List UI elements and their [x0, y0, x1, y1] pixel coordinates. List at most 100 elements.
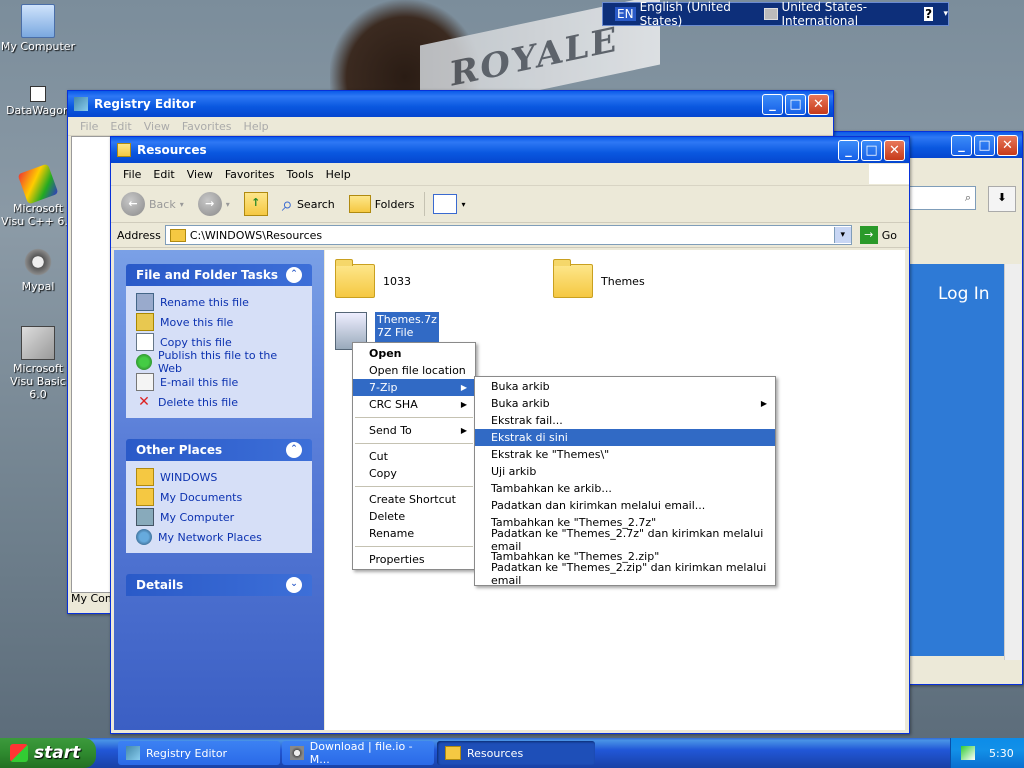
menu-favorites[interactable]: Favorites: [176, 118, 238, 135]
minimize-button[interactable]: _: [838, 139, 859, 161]
desktop-icon-my-computer[interactable]: My Computer: [0, 4, 76, 53]
menu-view[interactable]: View: [181, 166, 219, 183]
collapse-icon[interactable]: ⌃: [286, 267, 302, 283]
expand-icon[interactable]: ⌄: [286, 577, 302, 593]
place-network[interactable]: My Network Places: [136, 527, 302, 547]
place-my-computer[interactable]: My Computer: [136, 507, 302, 527]
address-input[interactable]: C:\WINDOWS\Resources ▾: [164, 225, 852, 245]
copy-icon: [136, 333, 154, 351]
menu-item-copy[interactable]: Copy: [353, 465, 475, 482]
menu-item-7zip[interactable]: 7-Zip ▶: [353, 379, 475, 396]
search-button[interactable]: ⌕ Search: [278, 190, 339, 218]
forward-arrow-icon: →: [197, 192, 222, 216]
visual-cpp-icon: [17, 163, 59, 205]
zip-item-extract-to-folder[interactable]: Ekstrak ke "Themes\": [475, 446, 775, 463]
forward-button[interactable]: → ▾: [194, 190, 234, 218]
langbar-options-icon[interactable]: ▾: [943, 9, 948, 19]
menu-edit[interactable]: Edit: [104, 118, 137, 135]
zip-item-compress-email[interactable]: Padatkan dan kirimkan melalui email...: [475, 497, 775, 514]
menu-file[interactable]: File: [117, 166, 147, 183]
language-code[interactable]: EN: [615, 7, 636, 21]
folder-icon: [136, 468, 154, 486]
task-publish[interactable]: Publish this file to the Web: [136, 349, 302, 375]
minimize-button[interactable]: _: [762, 93, 783, 115]
menu-help[interactable]: Help: [320, 166, 357, 183]
close-button[interactable]: ✕: [884, 139, 905, 161]
address-dropdown-icon[interactable]: ▾: [833, 227, 851, 243]
task-email[interactable]: E-mail this file: [136, 372, 302, 392]
maximize-button[interactable]: □: [974, 134, 995, 156]
maximize-button[interactable]: □: [785, 93, 806, 115]
file-item-themes[interactable]: Themes: [553, 259, 645, 298]
go-button[interactable]: → Go: [856, 224, 901, 246]
menu-file[interactable]: File: [74, 118, 104, 135]
menu-separator: [355, 417, 473, 418]
collapse-icon[interactable]: ⌃: [286, 442, 302, 458]
menu-item-open-file-location[interactable]: Open file location: [353, 362, 475, 379]
task-rename[interactable]: Rename this file: [136, 292, 302, 312]
maximize-button[interactable]: □: [861, 139, 882, 161]
desktop-icon-visual-basic[interactable]: Microsoft Visu Basic 6.0: [0, 326, 76, 401]
taskbar-item-registry-editor[interactable]: Registry Editor: [118, 741, 280, 765]
menu-item-open[interactable]: Open: [353, 345, 475, 362]
desktop-icon-mypal[interactable]: Mypal: [0, 246, 76, 293]
close-button[interactable]: ✕: [997, 134, 1018, 156]
zip-item-extract-here[interactable]: Ekstrak di sini: [475, 429, 775, 446]
details-header[interactable]: Details ⌄: [126, 574, 312, 596]
registry-menubar: File Edit View Favorites Help: [68, 117, 833, 136]
menu-item-properties[interactable]: Properties: [353, 551, 475, 568]
menu-item-cut[interactable]: Cut: [353, 448, 475, 465]
file-folder-tasks-header[interactable]: File and Folder Tasks ⌃: [126, 264, 312, 286]
other-places-header[interactable]: Other Places ⌃: [126, 439, 312, 461]
place-my-documents[interactable]: My Documents: [136, 487, 302, 507]
registry-titlebar[interactable]: Registry Editor _ □ ✕: [68, 91, 833, 117]
zip-item-test-archive[interactable]: Uji arkib: [475, 463, 775, 480]
zip-item-add-to-archive[interactable]: Tambahkan ke arkib...: [475, 480, 775, 497]
zip-item-compress-7z-email[interactable]: Padatkan ke "Themes_2.7z" dan kirimkan m…: [475, 527, 775, 553]
minimize-button[interactable]: _: [951, 134, 972, 156]
zip-item-open-archive[interactable]: Buka arkib: [475, 378, 775, 395]
place-windows[interactable]: WINDOWS: [136, 467, 302, 487]
close-button[interactable]: ✕: [808, 93, 829, 115]
keyboard-layout[interactable]: United States-International: [782, 0, 912, 28]
zip-item-open-archive-sub[interactable]: Buka arkib ▶: [475, 395, 775, 412]
back-button[interactable]: ← Back ▾: [117, 190, 188, 218]
menu-item-rename[interactable]: Rename: [353, 525, 475, 542]
desktop-icon-datawagon[interactable]: DataWagon: [0, 86, 76, 117]
menu-edit[interactable]: Edit: [147, 166, 180, 183]
zip-item-compress-zip-email[interactable]: Padatkan ke "Themes_2.zip" dan kirimkan …: [475, 561, 775, 587]
computer-icon: [21, 4, 55, 38]
language-bar[interactable]: EN English (United States) United States…: [602, 0, 949, 28]
menu-item-crc-sha[interactable]: CRC SHA ▶: [353, 396, 475, 413]
zip-item-extract-files[interactable]: Ekstrak fail...: [475, 412, 775, 429]
menu-favorites[interactable]: Favorites: [219, 166, 281, 183]
address-bar: Address C:\WINDOWS\Resources ▾ → Go: [111, 223, 909, 248]
file-folder-tasks-panel: File and Folder Tasks ⌃ Rename this file…: [126, 264, 312, 418]
up-button[interactable]: ↑: [240, 190, 272, 218]
folders-button[interactable]: Folders: [345, 193, 419, 215]
browser-scrollbar[interactable]: [1004, 264, 1021, 660]
task-move[interactable]: Move this file: [136, 312, 302, 332]
magnifier-icon[interactable]: ⌕: [965, 191, 971, 205]
task-delete[interactable]: ✕ Delete this file: [136, 392, 302, 412]
login-link[interactable]: Log In: [908, 264, 1004, 304]
language-name[interactable]: English (United States): [640, 0, 751, 28]
menu-help[interactable]: Help: [238, 118, 275, 135]
desktop-icon-visual-cpp[interactable]: Microsoft Visu C++ 6.0: [0, 163, 76, 228]
taskbar-item-browser[interactable]: Download | file.io - M...: [282, 740, 434, 766]
taskbar-item-resources[interactable]: Resources: [437, 741, 595, 765]
start-button[interactable]: start: [0, 738, 96, 768]
clock[interactable]: 5:30: [989, 747, 1014, 760]
views-button[interactable]: ▾: [424, 192, 469, 216]
menu-item-send-to[interactable]: Send To ▶: [353, 422, 475, 439]
menu-item-create-shortcut[interactable]: Create Shortcut: [353, 491, 475, 508]
file-item-1033[interactable]: 1033: [335, 259, 411, 298]
menu-view[interactable]: View: [138, 118, 176, 135]
help-icon[interactable]: ?: [923, 7, 934, 21]
explorer-titlebar[interactable]: Resources _ □ ✕: [111, 137, 909, 163]
menu-item-delete[interactable]: Delete: [353, 508, 475, 525]
tray-network-icon[interactable]: [961, 746, 975, 760]
download-icon[interactable]: ⬇: [988, 186, 1016, 212]
menu-tools[interactable]: Tools: [281, 166, 320, 183]
context-menu: Open Open file location 7-Zip ▶ CRC SHA ▶ …: [352, 342, 476, 570]
